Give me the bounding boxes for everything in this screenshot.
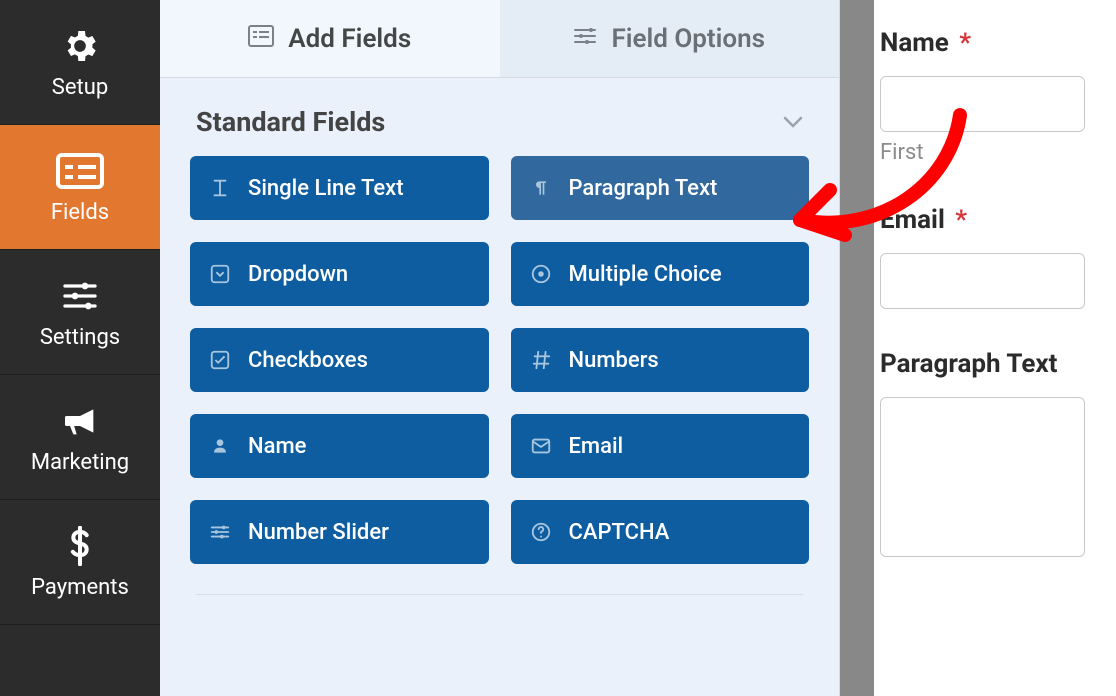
sidebar-item-label: Setup [52,75,108,100]
sliders-icon [208,520,232,544]
field-label: Single Line Text [248,176,404,201]
sidebar-item-fields[interactable]: Fields [0,125,160,250]
radio-icon [529,262,553,286]
envelope-icon [529,434,553,458]
sublabel-first: First [880,140,1114,165]
checkbox-icon [208,348,232,372]
tab-add-fields[interactable]: Add Fields [160,0,500,77]
section-title: Standard Fields [196,106,385,138]
field-label: CAPTCHA [569,520,670,545]
preview-label-email: Email * [880,205,1114,235]
field-email[interactable]: Email [511,414,810,478]
field-label: Multiple Choice [569,262,722,287]
dropdown-icon [208,262,232,286]
preview-label-paragraph: Paragraph Text [880,349,1114,379]
dollar-icon [67,525,93,567]
field-captcha[interactable]: CAPTCHA [511,500,810,564]
list-card-icon [248,24,274,54]
pilcrow-icon [529,176,553,200]
field-name[interactable]: Name [190,414,489,478]
label-text: Email [880,205,945,235]
field-label: Paragraph Text [569,176,718,201]
hash-icon [529,348,553,372]
name-first-input[interactable] [880,76,1085,132]
tabs: Add Fields Field Options [160,0,839,78]
divider [196,594,803,595]
chevron-down-icon [783,113,803,132]
sidebar: Setup Fields Settings Marketing Payments [0,0,160,696]
bullhorn-icon [60,400,100,442]
label-text: Paragraph Text [880,349,1057,379]
panel-gap [840,0,874,696]
sidebar-item-label: Settings [40,325,120,350]
preview-label-name: Name * [880,28,1114,58]
builder-panel: Add Fields Field Options Standard Fields… [160,0,840,696]
label-text: Name [880,28,949,58]
sidebar-item-label: Fields [51,200,109,225]
email-input[interactable] [880,253,1085,309]
field-numbers[interactable]: Numbers [511,328,810,392]
preview-panel: Name * First Email * Paragraph Text [874,0,1116,696]
gear-icon [60,25,100,67]
field-grid: Single Line Text Paragraph Text Dropdown… [160,156,839,594]
required-asterisk: * [955,205,967,235]
text-cursor-icon [208,176,232,200]
field-label: Number Slider [248,520,389,545]
tab-label: Add Fields [288,24,411,54]
tab-field-options[interactable]: Field Options [500,0,840,77]
sliders-icon [60,275,100,317]
sidebar-item-label: Marketing [31,450,129,475]
sliders-icon [573,24,597,54]
field-paragraph-text[interactable]: Paragraph Text [511,156,810,220]
field-label: Checkboxes [248,348,368,373]
required-asterisk: * [959,28,971,58]
field-label: Email [569,434,624,459]
field-checkboxes[interactable]: Checkboxes [190,328,489,392]
paragraph-textarea[interactable] [880,397,1085,557]
preview-field-paragraph: Paragraph Text [880,349,1114,561]
tab-label: Field Options [611,24,765,54]
sidebar-item-setup[interactable]: Setup [0,0,160,125]
preview-field-name: Name * First [880,28,1114,165]
field-number-slider[interactable]: Number Slider [190,500,489,564]
person-icon [208,434,232,458]
sidebar-item-settings[interactable]: Settings [0,250,160,375]
field-label: Dropdown [248,262,348,287]
sidebar-item-label: Payments [31,575,129,600]
sidebar-item-payments[interactable]: Payments [0,500,160,625]
sidebar-item-marketing[interactable]: Marketing [0,375,160,500]
question-circle-icon [529,520,553,544]
field-multiple-choice[interactable]: Multiple Choice [511,242,810,306]
form-fields-icon [56,150,104,192]
field-label: Name [248,434,306,459]
field-single-line-text[interactable]: Single Line Text [190,156,489,220]
field-label: Numbers [569,348,659,373]
preview-field-email: Email * [880,205,1114,309]
section-header[interactable]: Standard Fields [160,78,839,156]
field-dropdown[interactable]: Dropdown [190,242,489,306]
